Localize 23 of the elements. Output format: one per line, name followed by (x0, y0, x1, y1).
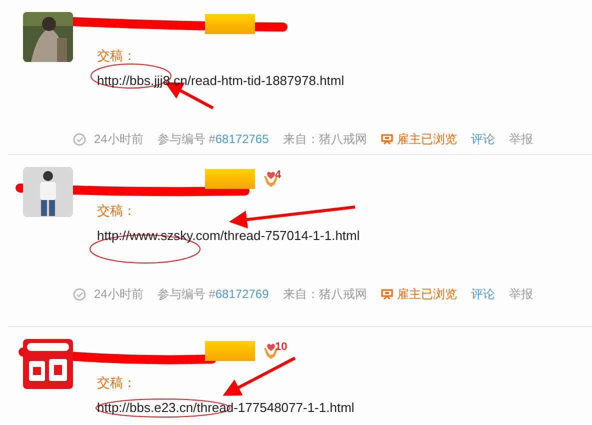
source-text: 来自：猪八戒网 (282, 131, 367, 148)
viewed-status: 雇主已浏览 (396, 131, 457, 148)
submission-label: 交稿： (97, 374, 136, 392)
comment-link[interactable]: 评论 (470, 130, 495, 148)
post-time: 24小时前 (94, 286, 144, 303)
submission-label: 交稿： (97, 47, 136, 65)
viewed-status: 雇主已浏览 (396, 286, 457, 303)
comment-link[interactable]: 评论 (470, 285, 495, 303)
clock-icon (73, 132, 86, 146)
report-link[interactable]: 举报 (508, 285, 533, 303)
submission-label: 交稿： (97, 202, 136, 220)
submission-link[interactable]: http://www.szsky.com/thread-757014-1-1.html (97, 226, 360, 245)
hands-icon (263, 170, 279, 188)
monitor-icon (380, 288, 393, 300)
monitor-icon (380, 133, 393, 145)
post-time: 24小时前 (94, 131, 144, 148)
hands-count-label: 10 (275, 342, 288, 353)
hands-count-label: 4 (275, 170, 282, 181)
participation-number: 参与编号 #68172765 (157, 131, 269, 148)
clock-icon (73, 288, 86, 300)
report-link[interactable]: 举报 (508, 130, 533, 148)
participation-number: 参与编号 #68172769 (157, 286, 269, 303)
source-text: 来自：猪八戒网 (282, 286, 367, 303)
